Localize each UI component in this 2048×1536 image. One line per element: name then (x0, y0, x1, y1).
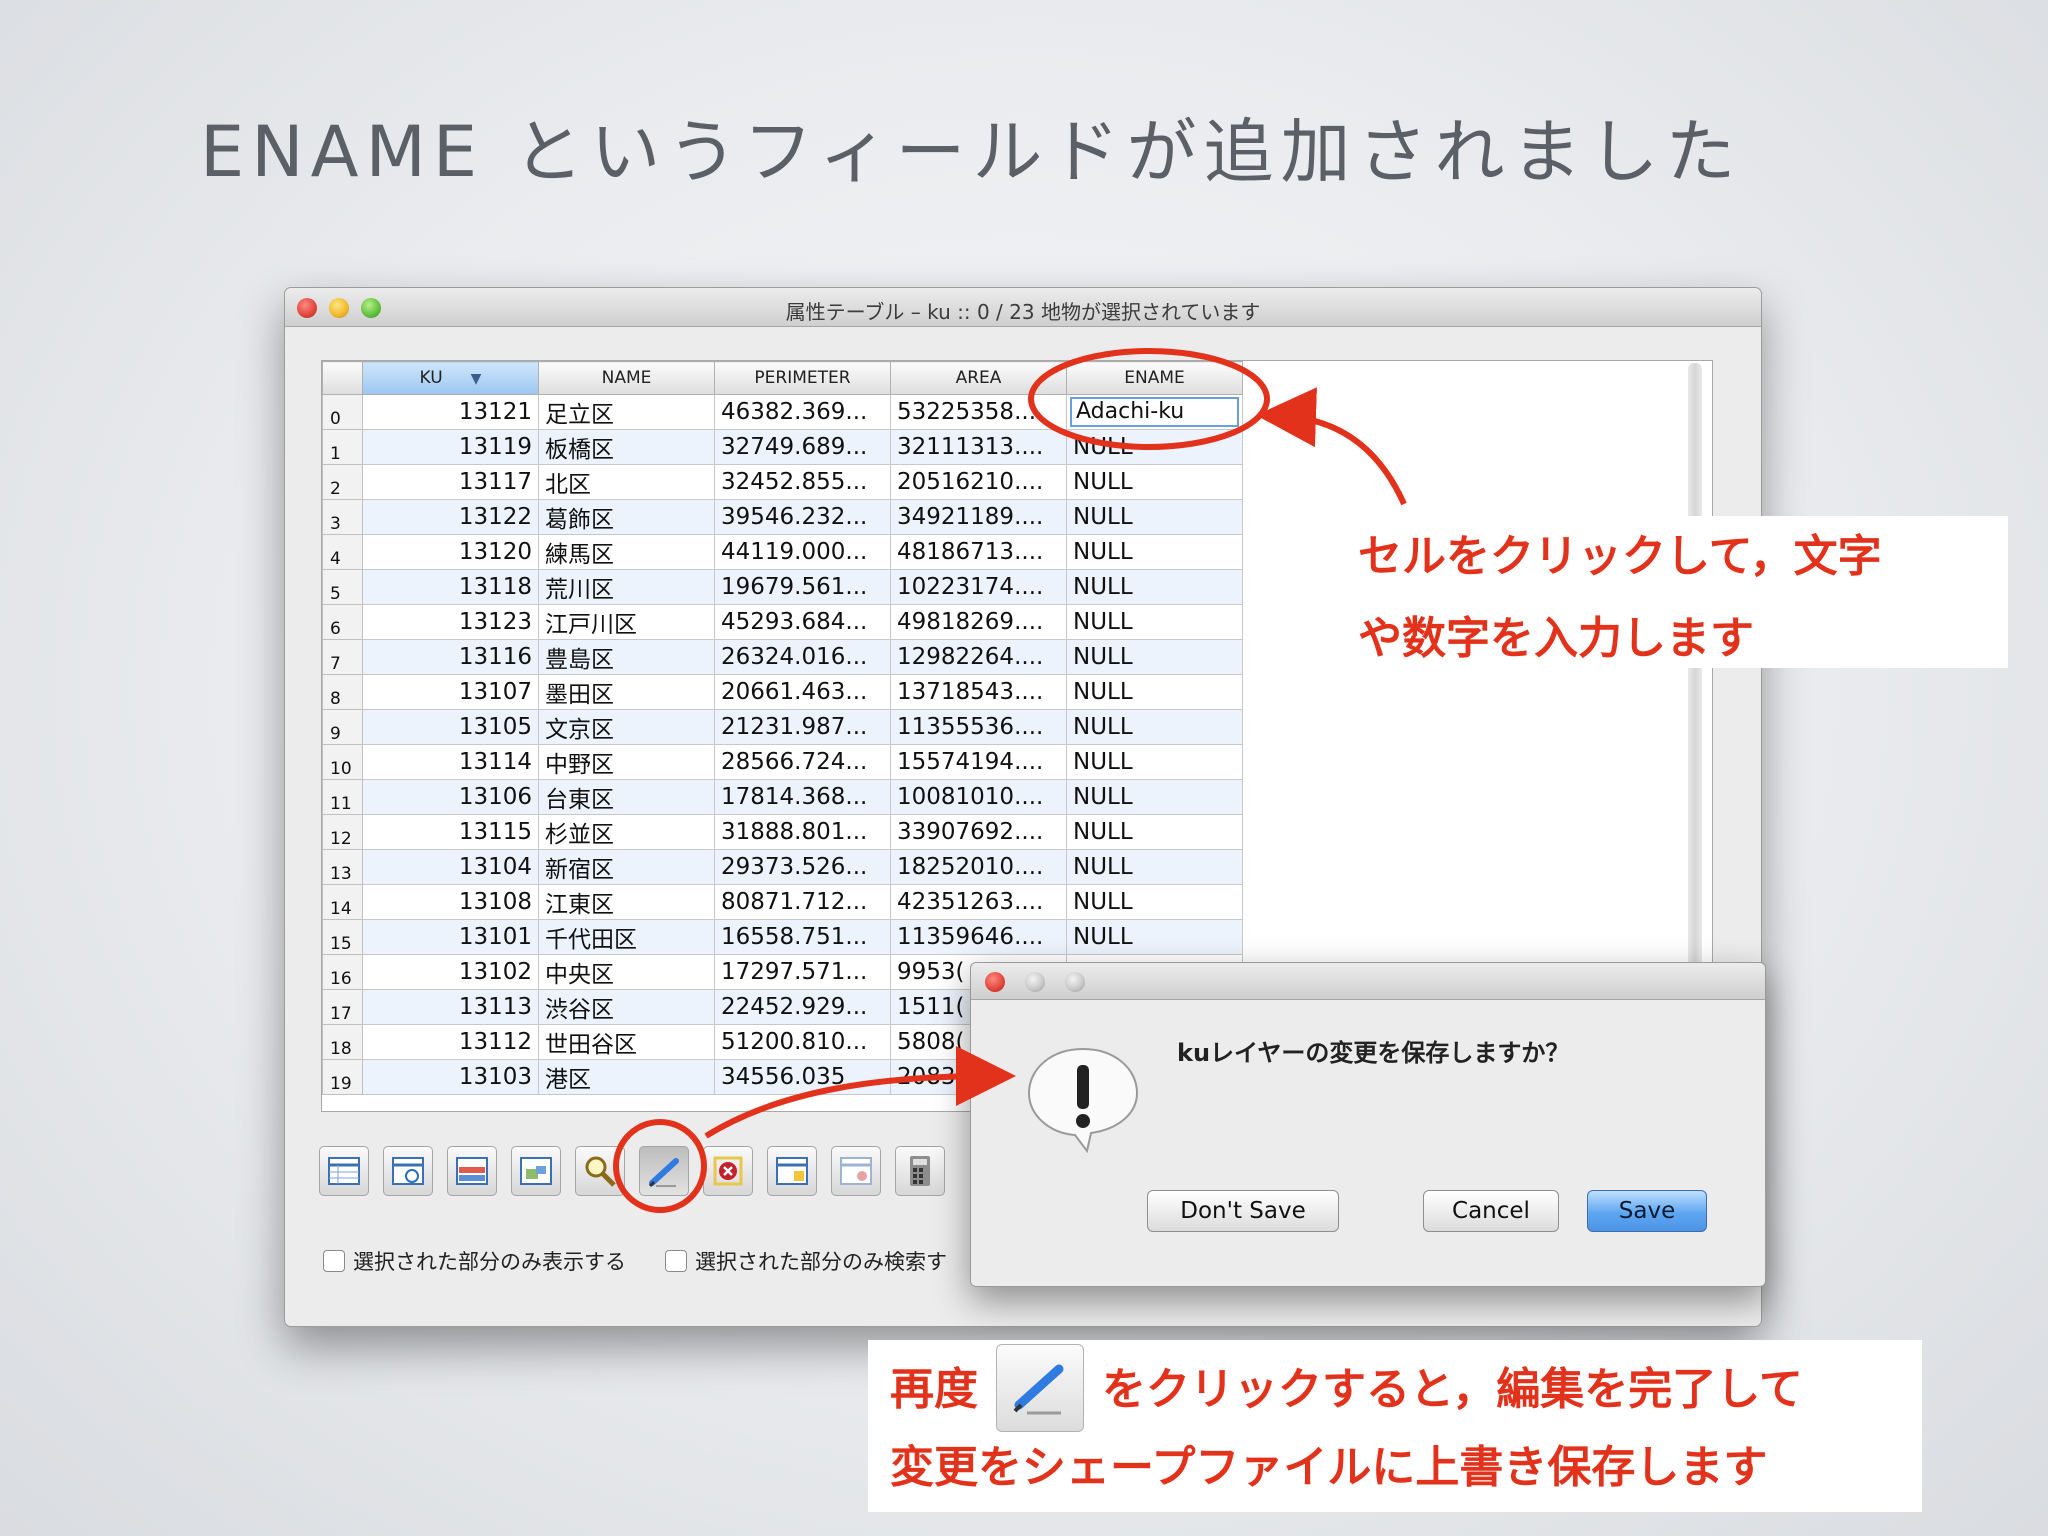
arrow-to-save-dialog (704, 1046, 1016, 1139)
highlight-ename-column-circle (1028, 348, 1270, 450)
highlight-edit-button-circle (613, 1119, 707, 1213)
arrow-to-ename-cell (1256, 387, 1407, 506)
annotation-overlay (613, 348, 1407, 1213)
